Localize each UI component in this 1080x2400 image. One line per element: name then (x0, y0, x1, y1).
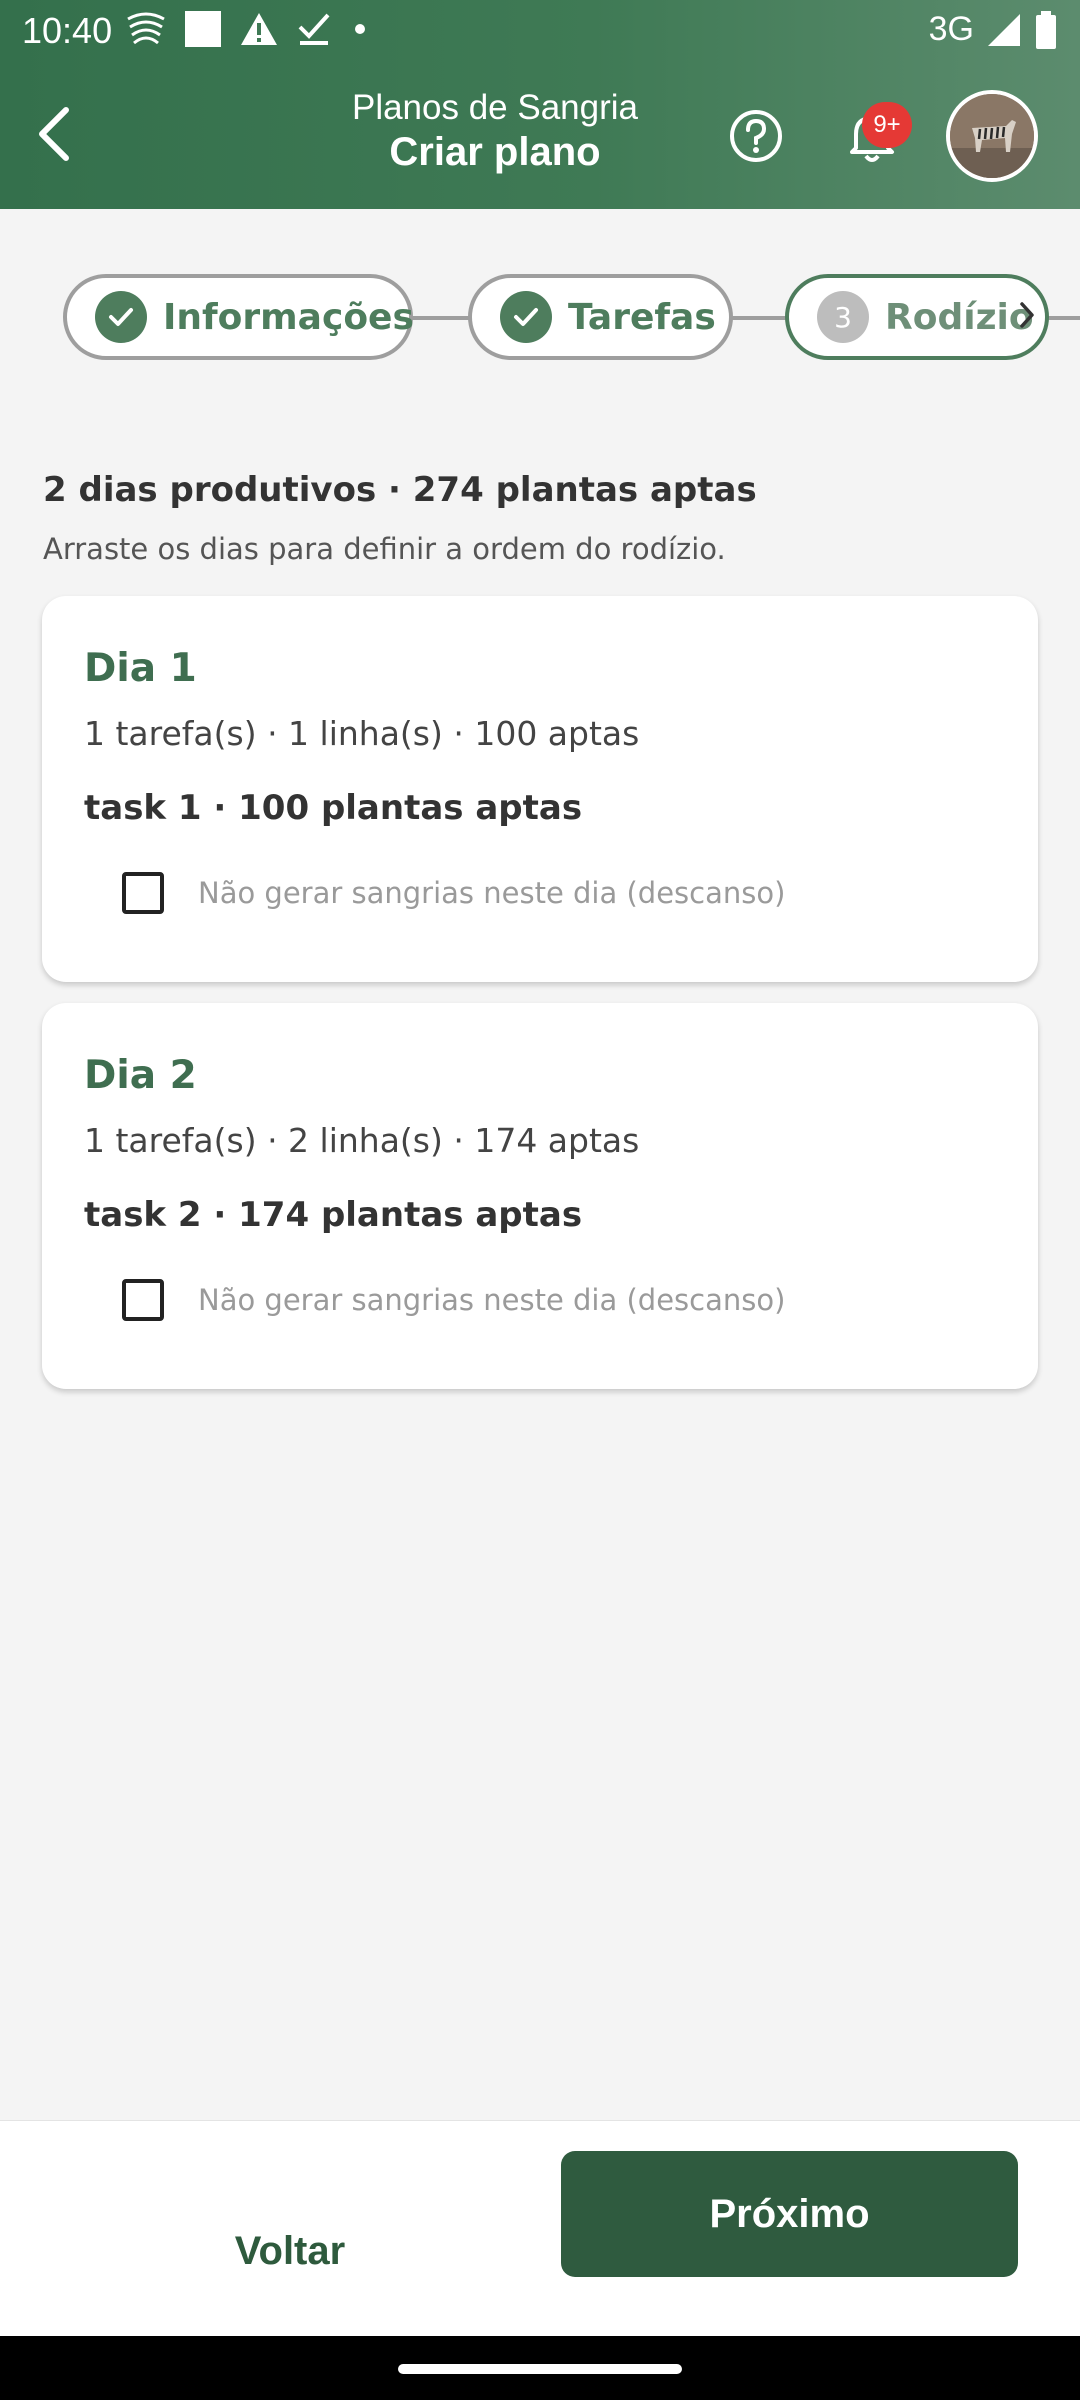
notification-badge: 9+ (862, 102, 912, 148)
step-tarefas[interactable]: Tarefas (468, 274, 733, 360)
chevron-left-icon (39, 107, 69, 161)
day-title: Dia 1 (84, 646, 197, 691)
rest-day-label: Não gerar sangrias neste dia (descanso) (198, 1283, 786, 1317)
day-meta: 1 tarefa(s) · 1 linha(s) · 100 aptas (84, 714, 640, 753)
square-icon (185, 11, 221, 47)
step-rodizio[interactable]: 3 Rodízio (785, 274, 1049, 360)
step-connector (1046, 316, 1080, 320)
rest-day-checkbox[interactable] (122, 872, 164, 914)
day-card[interactable]: Dia 1 1 tarefa(s) · 1 linha(s) · 100 apt… (42, 596, 1038, 982)
app-bar-title: Planos de Sangria Criar plano (300, 88, 690, 176)
step-label: Tarefas (568, 296, 716, 338)
rest-day-checkbox[interactable] (122, 1279, 164, 1321)
step-informacoes[interactable]: Informações (63, 274, 414, 360)
help-circle-icon (730, 110, 782, 162)
proximo-button[interactable]: Próximo (561, 2151, 1018, 2277)
system-nav-bar (0, 2336, 1080, 2400)
app-bar-subtitle: Planos de Sangria (351, 88, 639, 127)
back-arrow-button[interactable] (30, 104, 86, 164)
day-title: Dia 2 (84, 1053, 197, 1098)
battery-icon (1036, 10, 1056, 49)
step-label: Rodízio (885, 296, 1034, 338)
network-type: 3G (928, 10, 974, 48)
download-check-icon (298, 13, 330, 45)
rest-day-label: Não gerar sangrias neste dia (descanso) (198, 876, 786, 910)
check-icon (109, 308, 133, 326)
summary-text: 2 dias produtivos · 274 plantas aptas (43, 470, 757, 510)
app-bar: 10:40 3G Planos de Sangria Criar plano 9… (0, 0, 1080, 209)
warning-icon (241, 13, 277, 45)
avatar[interactable] (946, 90, 1038, 182)
stepper: Informações Tarefas 3 Rodízio (0, 270, 1080, 366)
hint-text: Arraste os dias para definir a ordem do … (43, 532, 726, 566)
dot-icon (355, 24, 365, 34)
check-icon (514, 308, 538, 326)
bottom-action-bar: Voltar Próximo (0, 2120, 1080, 2337)
wifi-waves-icon (127, 12, 165, 45)
step-done-indicator (500, 291, 552, 343)
step-label: Informações (163, 296, 414, 338)
status-notification-icons (126, 10, 370, 48)
chevron-right-icon[interactable] (1014, 298, 1040, 332)
day-meta: 1 tarefa(s) · 2 linha(s) · 174 aptas (84, 1121, 640, 1160)
rest-day-option[interactable]: Não gerar sangrias neste dia (descanso) (122, 1279, 785, 1321)
step-connector (410, 316, 472, 320)
step-connector (730, 316, 790, 320)
zebra-avatar-icon (950, 94, 1034, 178)
step-number: 3 (817, 291, 869, 343)
signal-icon (988, 13, 1020, 46)
status-system-icons: 3G (929, 10, 1058, 49)
page-title: Criar plano (389, 130, 601, 174)
home-handle[interactable] (398, 2364, 682, 2374)
status-bar: 10:40 3G (0, 0, 1080, 64)
rest-day-option[interactable]: Não gerar sangrias neste dia (descanso) (122, 872, 785, 914)
day-card[interactable]: Dia 2 1 tarefa(s) · 2 linha(s) · 174 apt… (42, 1003, 1038, 1389)
step-done-indicator (95, 291, 147, 343)
day-task: task 2 · 174 plantas aptas (84, 1195, 583, 1235)
help-button[interactable] (728, 108, 784, 164)
voltar-button[interactable]: Voltar (140, 2211, 440, 2291)
status-time: 10:40 (22, 10, 113, 51)
day-task: task 1 · 100 plantas aptas (84, 788, 583, 828)
